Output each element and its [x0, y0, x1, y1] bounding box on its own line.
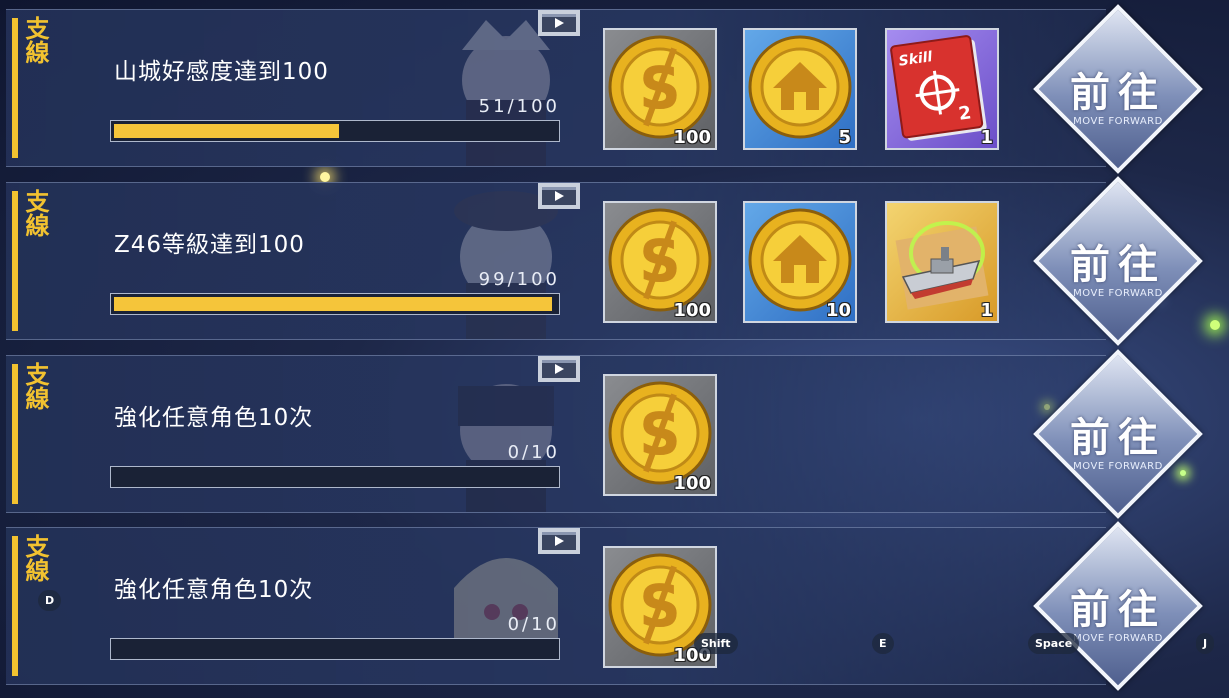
key-hint-j: J — [1196, 633, 1215, 654]
quest-progress-text: 0/10 — [507, 442, 560, 463]
side-quest-marker — [12, 18, 18, 158]
reward-count: 100 — [673, 473, 711, 494]
go-button[interactable]: 前往 MOVE FORWARD — [1062, 577, 1174, 689]
quest-type-label: 支線 — [21, 362, 49, 410]
go-button[interactable]: 前往 MOVE FORWARD — [1062, 405, 1174, 517]
quest-type-label: 支線 — [21, 534, 49, 582]
video-replay-icon[interactable] — [538, 183, 580, 209]
quest-progress-fill — [114, 124, 339, 138]
video-replay-icon[interactable] — [538, 528, 580, 554]
side-quest-marker — [12, 191, 18, 331]
quest-type-label: 支線 — [21, 16, 49, 64]
go-button-label: 前往 — [1070, 414, 1166, 461]
reward-item[interactable]: S 100 — [603, 28, 717, 150]
reward-count: 100 — [673, 127, 711, 148]
reward-count: 1 — [980, 300, 993, 321]
quest-title: 強化任意角色10次 — [114, 405, 314, 431]
quest-title: Z46等級達到100 — [114, 232, 305, 258]
go-button[interactable]: 前往 MOVE FORWARD — [1062, 60, 1174, 172]
quest-row: 支線 Z46等級達到100 99/100 S 100 10 — [6, 182, 1106, 340]
reward-count: 5 — [838, 127, 851, 148]
side-quest-marker — [12, 364, 18, 504]
video-replay-icon[interactable] — [538, 10, 580, 36]
key-hint-space: Space — [1028, 633, 1080, 654]
go-button[interactable]: 前往 MOVE FORWARD — [1062, 232, 1174, 344]
reward-count: 10 — [825, 300, 851, 321]
reward-item[interactable]: 10 — [743, 201, 857, 323]
quest-progress-text: 51/100 — [478, 96, 560, 117]
reward-item[interactable]: S 100 — [603, 374, 717, 496]
go-button-label: 前往 — [1070, 241, 1166, 288]
quest-progress-fill — [114, 297, 552, 311]
go-button-sublabel: MOVE FORWARD — [1073, 461, 1163, 472]
go-button-sublabel: MOVE FORWARD — [1073, 288, 1163, 299]
quest-progress-bar — [110, 120, 560, 142]
reward-count: 100 — [673, 300, 711, 321]
go-button-sublabel: MOVE FORWARD — [1073, 116, 1163, 127]
side-quest-marker — [12, 536, 18, 676]
video-replay-icon[interactable] — [538, 356, 580, 382]
go-button-label: 前往 — [1070, 69, 1166, 116]
reward-item[interactable]: 2 Skill 1 — [885, 28, 999, 150]
background-light — [1180, 470, 1186, 476]
reward-item[interactable]: 1 — [885, 201, 999, 323]
key-hint-e: E — [872, 633, 894, 654]
quest-progress-bar — [110, 293, 560, 315]
key-hint-d: D — [38, 590, 62, 611]
quest-progress-text: 0/10 — [507, 614, 560, 635]
key-hint-shift: Shift — [694, 633, 738, 654]
quest-progress-bar — [110, 466, 560, 488]
quest-progress-bar — [110, 638, 560, 660]
reward-item[interactable]: 5 — [743, 28, 857, 150]
reward-item[interactable]: S 100 — [603, 201, 717, 323]
reward-count: 1 — [980, 127, 993, 148]
background-light — [1210, 320, 1220, 330]
quest-title: 山城好感度達到100 — [114, 59, 329, 85]
background-light — [320, 172, 330, 182]
quest-type-label: 支線 — [21, 189, 49, 237]
quest-row: 支線 強化任意角色10次 0/10 S 100 — [6, 527, 1106, 685]
quest-row: 支線 山城好感度達到100 51/100 S 100 5 — [6, 9, 1106, 167]
quest-title: 強化任意角色10次 — [114, 577, 314, 603]
go-button-label: 前往 — [1070, 586, 1166, 633]
quest-progress-text: 99/100 — [478, 269, 560, 290]
quest-row: 支線 強化任意角色10次 0/10 S 100 — [6, 355, 1106, 513]
